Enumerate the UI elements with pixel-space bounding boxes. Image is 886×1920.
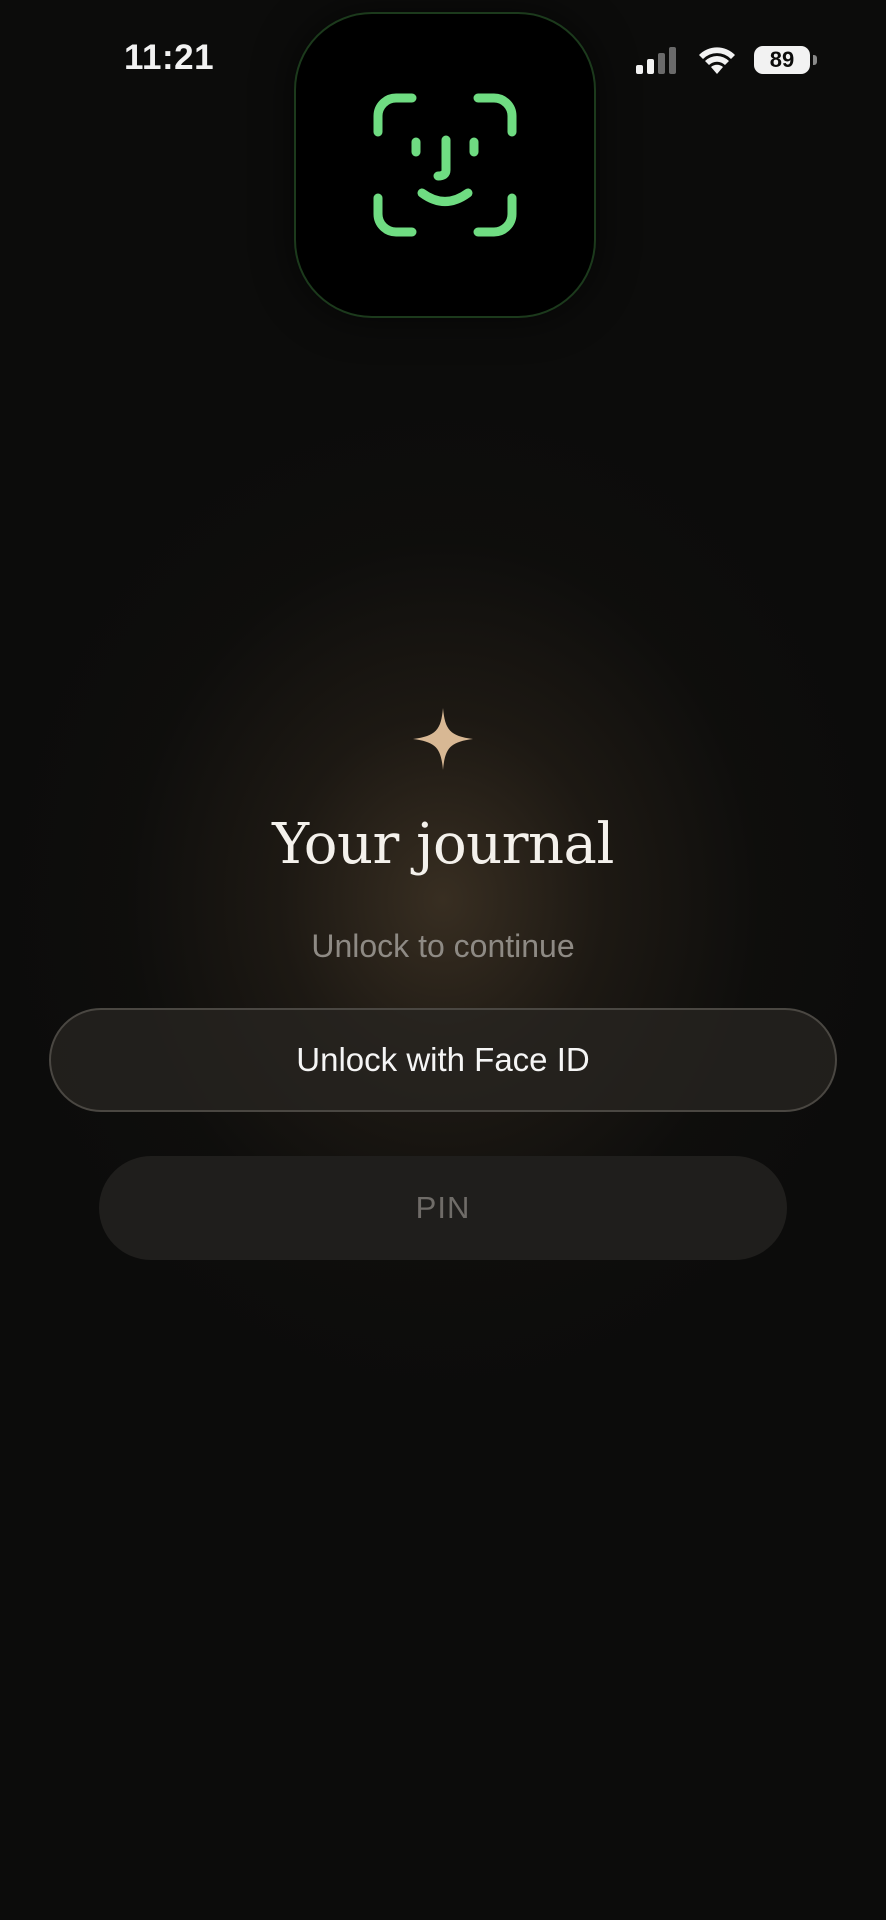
pin-button[interactable]: PIN — [99, 1156, 787, 1260]
lock-screen: 11:21 89 Your journal Unlock to continue… — [0, 0, 886, 1920]
page-subtitle: Unlock to continue — [311, 928, 575, 964]
page-title: Your journal — [272, 812, 614, 877]
status-time: 11:21 — [124, 38, 215, 77]
battery-icon: 89 — [754, 46, 817, 74]
unlock-face-id-button[interactable]: Unlock with Face ID — [49, 1008, 837, 1112]
face-id-icon — [373, 93, 517, 237]
signal-icon — [636, 47, 676, 74]
sparkle-icon — [413, 708, 473, 770]
battery-cap — [813, 55, 817, 65]
wifi-icon — [699, 47, 735, 74]
status-icons: 89 — [634, 44, 817, 76]
face-id-hud — [294, 12, 596, 318]
battery-level: 89 — [769, 47, 795, 72]
